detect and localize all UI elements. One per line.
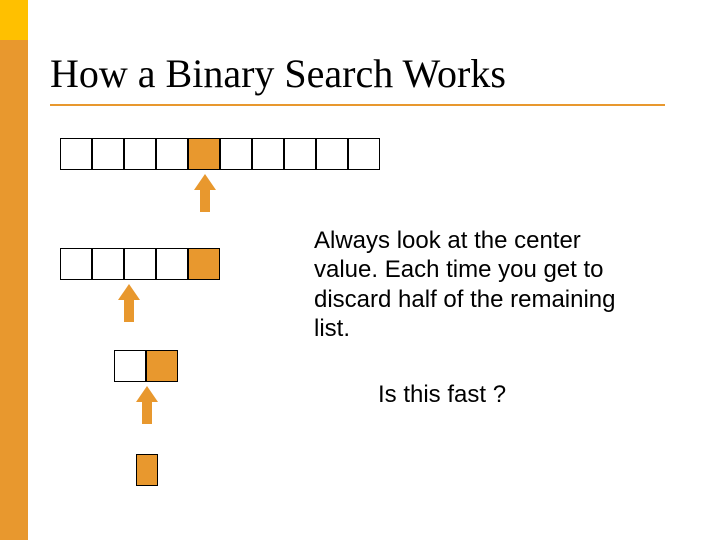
accent-bar-top <box>0 0 28 40</box>
array-cell <box>156 248 188 280</box>
array-cell <box>114 350 146 382</box>
array-cell <box>60 138 92 170</box>
array-row-2 <box>60 248 220 280</box>
array-cell <box>92 138 124 170</box>
title-underline <box>50 104 665 106</box>
arrow-up-icon <box>136 386 158 424</box>
array-cell <box>92 248 124 280</box>
array-cell <box>146 350 178 382</box>
array-cell <box>188 138 220 170</box>
array-cell <box>156 138 188 170</box>
array-row-3 <box>114 350 178 382</box>
array-cell <box>60 248 92 280</box>
arrow-up-icon <box>118 284 140 322</box>
final-cell <box>136 454 158 486</box>
page-title: How a Binary Search Works <box>50 50 506 97</box>
array-cell <box>348 138 380 170</box>
accent-bar-main <box>0 40 28 540</box>
arrow-up-icon <box>194 174 216 212</box>
question-text: Is this fast ? <box>378 380 506 409</box>
array-cell <box>316 138 348 170</box>
array-cell <box>188 248 220 280</box>
array-cell <box>284 138 316 170</box>
array-row-1 <box>60 138 380 170</box>
array-cell <box>252 138 284 170</box>
array-cell <box>124 248 156 280</box>
array-cell <box>124 138 156 170</box>
array-cell <box>220 138 252 170</box>
description-text: Always look at the center value. Each ti… <box>314 226 634 343</box>
